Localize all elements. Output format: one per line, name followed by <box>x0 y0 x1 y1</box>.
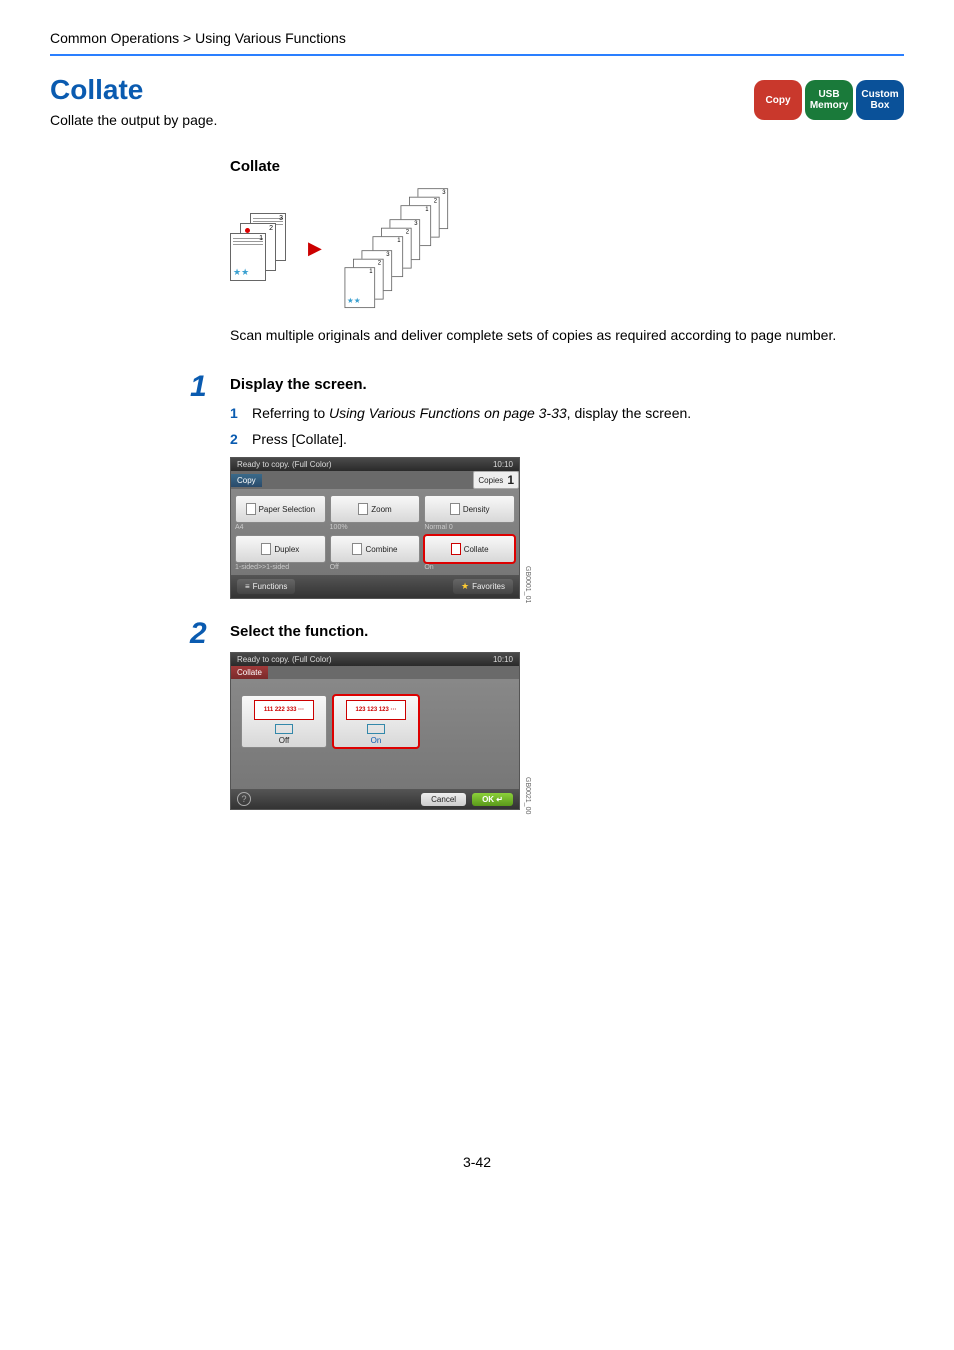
collate-on-icon: 123 123 123 ··· <box>346 700 406 720</box>
cancel-button[interactable]: Cancel <box>421 793 466 806</box>
substep-1-1: 1 Referring to Using Various Functions o… <box>230 405 870 421</box>
tray-icon <box>367 724 385 734</box>
copies-counter[interactable]: Copies 1 <box>473 471 519 489</box>
combine-value: Off <box>330 564 421 571</box>
density-icon <box>450 503 460 515</box>
help-icon[interactable]: ? <box>237 792 251 806</box>
collate-screen-panel: Ready to copy. (Full Color) 10:10 Collat… <box>230 652 520 810</box>
panel-status: Ready to copy. (Full Color) <box>237 460 332 469</box>
collate-heading: Collate <box>230 158 870 175</box>
page-subtitle: Collate the output by page. <box>50 112 217 128</box>
step-number-1: 1 <box>190 370 207 404</box>
collate-value: On <box>424 564 515 571</box>
step-number-2: 2 <box>190 617 207 651</box>
panel-tab-copy[interactable]: Copy <box>231 474 262 487</box>
collate-off-icon: 111 222 333 ··· <box>254 700 314 720</box>
favorites-button[interactable]: ★Favorites <box>453 579 513 594</box>
collate-diagram: 3 2 1★★ ▶ 3 2 1★ 3 2 1★ 3 2 1★★ <box>230 183 870 313</box>
zoom-value: 100% <box>330 524 421 531</box>
duplex-value: 1-sided>>1-sided <box>235 564 326 571</box>
arrow-right-icon: ▶ <box>308 238 322 259</box>
paper-selection-value: A4 <box>235 524 326 531</box>
collate-off-option[interactable]: 111 222 333 ··· Off <box>241 695 327 748</box>
screenshot-id: GB0001_01 <box>524 566 531 603</box>
badge-custom-box: Custom Box <box>856 80 904 120</box>
duplex-button[interactable]: Duplex <box>235 535 326 563</box>
step-1-title: Display the screen. <box>230 376 870 393</box>
list-icon: ≡ <box>245 582 250 591</box>
collate-button[interactable]: Collate <box>424 535 515 563</box>
density-value: Normal 0 <box>424 524 515 531</box>
collate-on-option[interactable]: 123 123 123 ··· On <box>333 695 419 748</box>
page-number: 3-42 <box>50 1154 904 1170</box>
collate-icon <box>451 543 461 555</box>
step-2-title: Select the function. <box>230 623 870 640</box>
panel2-status: Ready to copy. (Full Color) <box>237 655 332 664</box>
source-stack: 3 2 1★★ <box>230 213 290 283</box>
badge-copy: Copy <box>754 80 802 120</box>
badge-usb-memory: USB Memory <box>805 80 853 120</box>
collate-description: Scan multiple originals and deliver comp… <box>230 325 870 346</box>
duplex-icon <box>261 543 271 555</box>
combine-button[interactable]: Combine <box>330 535 421 563</box>
panel-tab-collate[interactable]: Collate <box>231 666 268 679</box>
page-title: Collate <box>50 74 217 106</box>
combine-icon <box>352 543 362 555</box>
panel-time: 10:10 <box>493 460 513 469</box>
enter-icon: ↵ <box>496 795 503 804</box>
breadcrumb: Common Operations > Using Various Functi… <box>50 30 904 56</box>
copy-screen-panel: Ready to copy. (Full Color) 10:10 Copy C… <box>230 457 520 599</box>
output-stacks: 3 2 1★ 3 2 1★ 3 2 1★★ <box>340 183 460 313</box>
collate-off-label: Off <box>279 736 290 745</box>
ok-button[interactable]: OK ↵ <box>472 793 513 806</box>
cross-reference-link[interactable]: Using Various Functions on page 3-33 <box>329 405 567 421</box>
collate-on-label: On <box>371 736 382 745</box>
screenshot-id-2: GB0021_00 <box>524 777 531 814</box>
paper-icon <box>246 503 256 515</box>
mode-badges: Copy USB Memory Custom Box <box>754 80 904 120</box>
density-button[interactable]: Density <box>424 495 515 523</box>
paper-selection-button[interactable]: Paper Selection <box>235 495 326 523</box>
tray-icon <box>275 724 293 734</box>
zoom-button[interactable]: Zoom <box>330 495 421 523</box>
substep-1-2: 2 Press [Collate]. <box>230 431 870 447</box>
functions-button[interactable]: ≡Functions <box>237 579 295 594</box>
star-icon: ★ <box>461 581 469 592</box>
zoom-icon <box>358 503 368 515</box>
panel2-time: 10:10 <box>493 655 513 664</box>
